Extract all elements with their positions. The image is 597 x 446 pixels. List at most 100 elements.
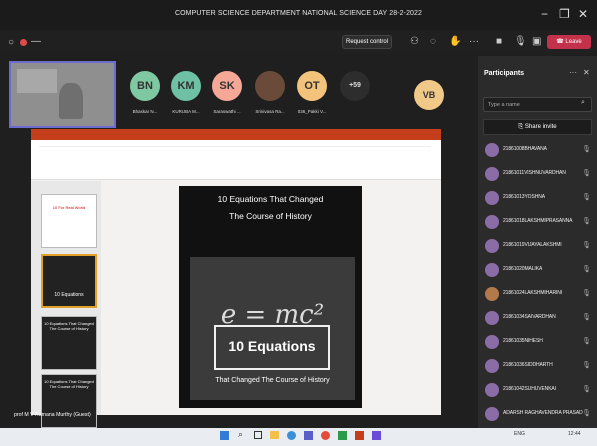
participant-row[interactable]: 21861019VIJAYALAKSHMI 🎙 bbox=[483, 236, 593, 256]
participant-avatar bbox=[485, 311, 499, 325]
participant-avatar bbox=[485, 407, 499, 421]
mic-muted-icon: 🎙 bbox=[582, 338, 591, 345]
slide-box-text: 10 Equations bbox=[228, 338, 316, 354]
share-invite-label: Share invite bbox=[524, 124, 557, 130]
window-title: COMPUTER SCIENCE DEPARTMENT NATIONAL SCI… bbox=[174, 10, 423, 17]
mic-muted-icon: 🎙 bbox=[582, 314, 591, 321]
participant-row[interactable]: 21861018LAKSHMIPRASANNA 🎙 bbox=[483, 212, 593, 232]
attendee-name-sr: Srinivasa Ra... bbox=[255, 109, 285, 114]
chrome-icon[interactable] bbox=[321, 431, 330, 440]
search-icon: ⌕ bbox=[581, 99, 585, 106]
search-placeholder: Type a name bbox=[488, 102, 520, 108]
store-icon[interactable] bbox=[338, 431, 347, 440]
participant-avatar bbox=[485, 167, 499, 181]
participant-name: 21861024LAKSHMIHARINI bbox=[503, 290, 563, 296]
participant-avatar bbox=[485, 239, 499, 253]
more-options-icon[interactable]: ··· bbox=[469, 36, 479, 47]
participant-avatar bbox=[485, 191, 499, 205]
file-explorer-icon[interactable] bbox=[270, 431, 279, 439]
participant-search-input[interactable]: Type a name bbox=[483, 97, 592, 112]
participant-avatar bbox=[485, 215, 499, 229]
share-invite-button[interactable]: ⎘ Share invite bbox=[483, 119, 592, 135]
attendee-avatar-km[interactable]: KM bbox=[171, 71, 201, 101]
mic-muted-icon: 🎙 bbox=[582, 218, 591, 225]
participant-row[interactable]: 21861035NIHESH 🎙 bbox=[483, 332, 593, 352]
powerpoint-titlebar bbox=[31, 129, 441, 140]
slide-thumbnail-4[interactable]: 10 Equations That Changed The Course of … bbox=[41, 374, 97, 428]
slide-box-subtitle: That Changed The Course of History bbox=[215, 377, 330, 384]
participant-row[interactable]: 21861020MALIKA 🎙 bbox=[483, 260, 593, 280]
raise-hand-icon[interactable]: ✋ bbox=[449, 36, 461, 47]
share-icon[interactable]: ▣ bbox=[532, 36, 541, 47]
attendee-avatar-sk[interactable]: SK bbox=[212, 71, 242, 101]
mic-off-icon[interactable]: 🎙 bbox=[514, 36, 527, 47]
powerpoint-icon[interactable] bbox=[355, 431, 364, 440]
participant-avatar bbox=[485, 359, 499, 373]
leave-button[interactable]: ☎ Leave bbox=[547, 35, 591, 49]
participant-row[interactable]: 21861042SUHUVENKAI 🎙 bbox=[483, 380, 593, 400]
more-options-icon[interactable]: ··· bbox=[569, 68, 577, 77]
close-panel-icon[interactable]: ✕ bbox=[583, 68, 590, 77]
chat-icon[interactable]: ◌ bbox=[430, 36, 436, 47]
windows-start-icon[interactable] bbox=[220, 431, 229, 440]
participant-row[interactable]: 21861036SIDDHARTH 🎙 bbox=[483, 356, 593, 376]
participant-row[interactable]: 21861011VISHNUVARDHAN 🎙 bbox=[483, 164, 593, 184]
windows-taskbar bbox=[0, 428, 597, 446]
slide-thumbnail-2[interactable]: 10 Equations bbox=[41, 254, 97, 308]
attendee-avatar-vb[interactable]: VB bbox=[414, 80, 444, 110]
person-silhouette-icon bbox=[59, 83, 83, 119]
participant-avatar bbox=[485, 263, 499, 277]
participant-name: 21861035NIHESH bbox=[503, 338, 543, 344]
camera-off-icon[interactable]: ■ bbox=[496, 36, 502, 47]
participant-row[interactable]: ADARSH RAGHAVENDRA PRASAD 🎙 bbox=[483, 404, 593, 424]
attendee-avatar-bn[interactable]: BN bbox=[130, 71, 160, 101]
participant-name: 21861020MALIKA bbox=[503, 266, 543, 272]
more-attendees-badge[interactable]: +59 bbox=[340, 71, 370, 101]
record-icon: ○ bbox=[8, 37, 15, 48]
participant-name: 21861018LAKSHMIPRASANNA bbox=[503, 218, 573, 224]
presenter-name: prof M V Ramana Murthy (Guest) bbox=[14, 412, 91, 418]
slide-thumbnail-3[interactable]: 10 Equations That Changed The Course of … bbox=[41, 316, 97, 370]
participant-name: 21861008BHAVANA bbox=[503, 146, 547, 152]
people-icon[interactable]: ⚇ bbox=[410, 36, 419, 47]
participant-row[interactable]: 21861013YOSHNA 🎙 bbox=[483, 188, 593, 208]
restore-button[interactable]: ❐ bbox=[559, 7, 570, 21]
minimize-button[interactable]: − bbox=[541, 7, 548, 21]
slide-thumbnail-1[interactable]: 10 For Real World bbox=[41, 194, 97, 248]
participant-row[interactable]: 21861024LAKSHMIHARINI 🎙 bbox=[483, 284, 593, 304]
attendee-avatar-ot[interactable]: OT bbox=[297, 71, 327, 101]
participant-avatar bbox=[485, 143, 499, 157]
bars-icon: — bbox=[31, 36, 41, 47]
leave-label: Leave bbox=[565, 39, 582, 45]
close-button[interactable]: ✕ bbox=[578, 7, 588, 21]
mic-muted-icon: 🎙 bbox=[582, 242, 591, 249]
participant-row[interactable]: 21861008BHAVANA 🎙 bbox=[483, 140, 593, 160]
mic-muted-icon: 🎙 bbox=[582, 194, 591, 201]
clock[interactable]: 12:44 bbox=[568, 431, 581, 437]
request-control-button[interactable]: Request control bbox=[342, 35, 392, 49]
teams-icon[interactable] bbox=[304, 431, 313, 440]
participant-avatar bbox=[485, 287, 499, 301]
app-icon[interactable] bbox=[372, 431, 381, 440]
edge-icon[interactable] bbox=[287, 431, 296, 440]
mic-muted-icon: 🎙 bbox=[582, 290, 591, 297]
mic-muted-icon: 🎙 bbox=[582, 386, 591, 393]
participant-name: 21861013YOSHNA bbox=[503, 194, 545, 200]
task-view-icon[interactable] bbox=[254, 431, 262, 439]
self-video-tile bbox=[9, 61, 116, 128]
mic-muted-icon: 🎙 bbox=[582, 170, 591, 177]
participant-avatar bbox=[485, 335, 499, 349]
participant-name: 21861034SAIVARDHAN bbox=[503, 314, 556, 320]
meeting-toolbar bbox=[0, 30, 597, 54]
participant-name: 21861011VISHNUVARDHAN bbox=[503, 170, 566, 176]
attendee-avatar-photo[interactable] bbox=[255, 71, 285, 101]
attendee-name-sk: Saraswathi ... bbox=[213, 109, 241, 114]
search-icon[interactable]: ⌕ bbox=[238, 429, 243, 440]
mic-muted-icon: 🎙 bbox=[582, 266, 591, 273]
language-indicator[interactable]: ENG bbox=[514, 431, 525, 437]
participant-avatar bbox=[485, 383, 499, 397]
mic-muted-icon: 🎙 bbox=[582, 146, 591, 153]
slide-title-line1: 10 Equations That Changed bbox=[217, 194, 324, 204]
slide-title-line2: The Course of History bbox=[229, 211, 312, 221]
participant-row[interactable]: 21861034SAIVARDHAN 🎙 bbox=[483, 308, 593, 328]
